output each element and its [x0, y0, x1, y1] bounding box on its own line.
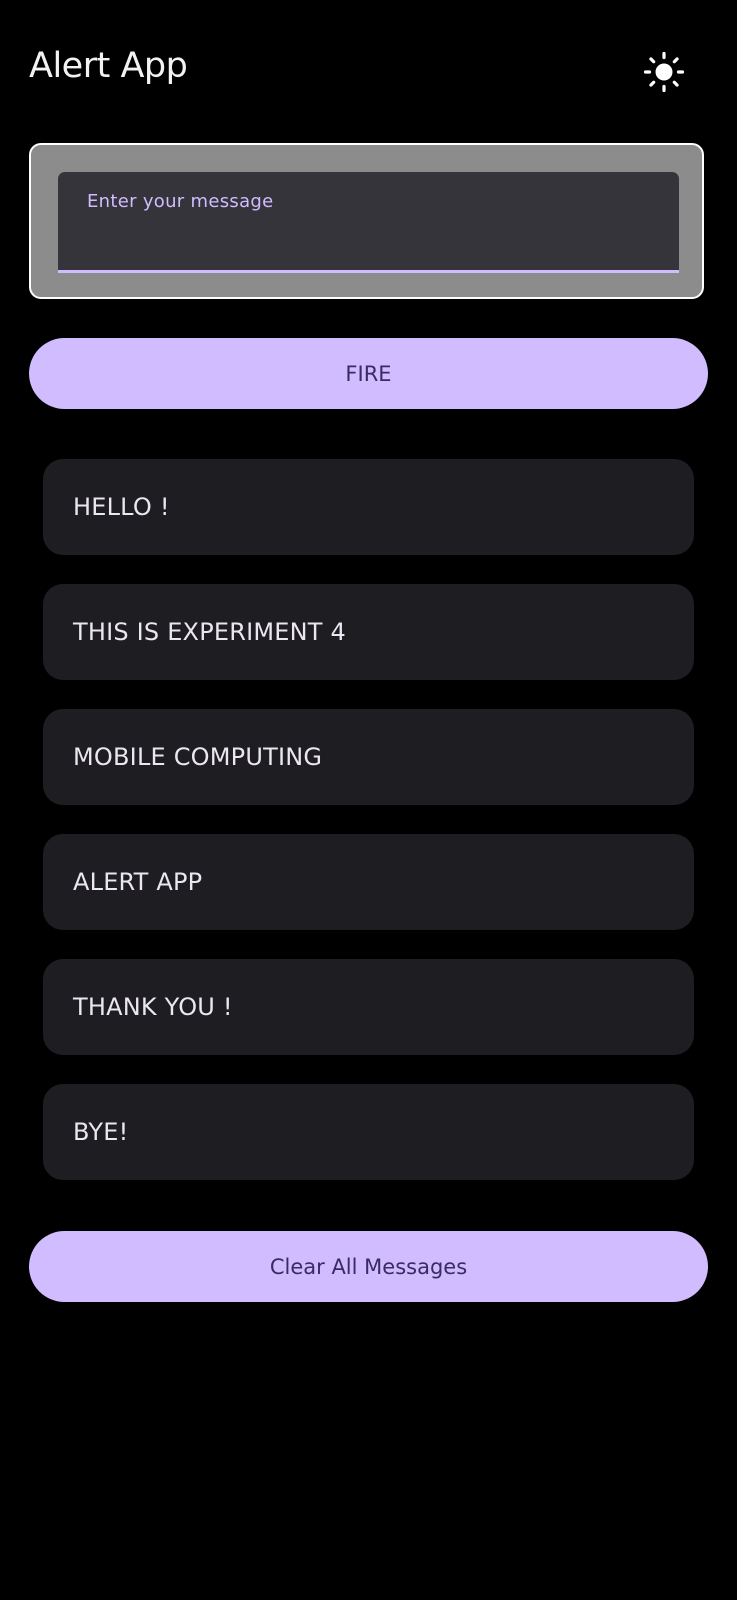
- app-title: Alert App: [29, 46, 188, 86]
- message-input-placeholder: Enter your message: [87, 191, 274, 212]
- message-input-card: Enter your message: [29, 143, 704, 299]
- message-item[interactable]: MOBILE COMPUTING: [43, 709, 694, 805]
- message-text: MOBILE COMPUTING: [73, 743, 323, 771]
- message-text: BYE!: [73, 1118, 129, 1146]
- message-input[interactable]: Enter your message: [58, 172, 679, 273]
- message-item[interactable]: ALERT APP: [43, 834, 694, 930]
- sun-icon: [643, 51, 685, 93]
- theme-toggle-button[interactable]: [642, 50, 686, 94]
- message-text: THANK YOU !: [73, 993, 233, 1021]
- message-item[interactable]: BYE!: [43, 1084, 694, 1180]
- message-list: HELLO ! THIS IS EXPERIMENT 4 MOBILE COMP…: [43, 459, 694, 1209]
- message-text: HELLO !: [73, 493, 170, 521]
- message-item[interactable]: HELLO !: [43, 459, 694, 555]
- clear-all-messages-button[interactable]: Clear All Messages: [29, 1231, 708, 1302]
- message-text: THIS IS EXPERIMENT 4: [73, 618, 346, 646]
- message-item[interactable]: THANK YOU !: [43, 959, 694, 1055]
- message-item[interactable]: THIS IS EXPERIMENT 4: [43, 584, 694, 680]
- fire-button[interactable]: FIRE: [29, 338, 708, 409]
- message-text: ALERT APP: [73, 868, 203, 896]
